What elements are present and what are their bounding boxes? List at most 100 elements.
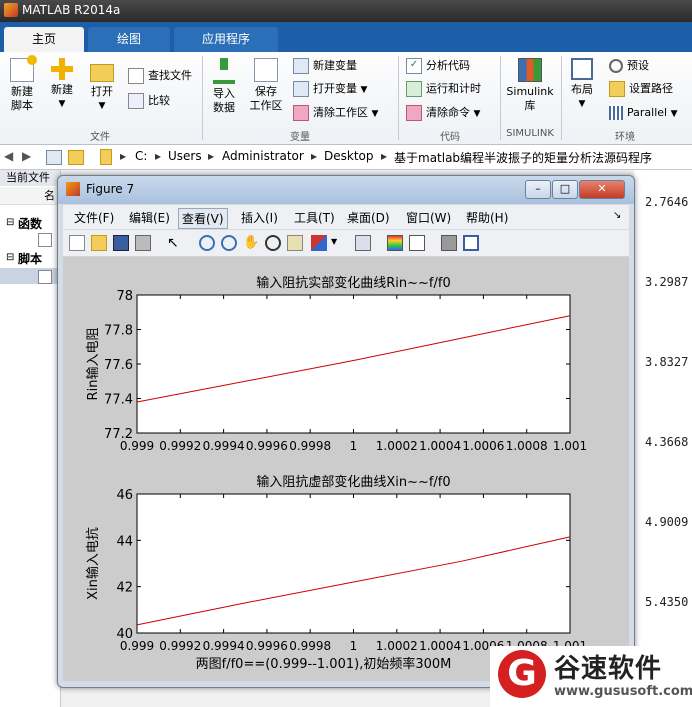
find-files-icon: [128, 68, 144, 84]
x-tick-label: 1.0002: [376, 639, 418, 653]
group-functions: 函数: [18, 217, 43, 231]
menu-view[interactable]: 查看(V): [178, 208, 228, 229]
menu-insert[interactable]: 插入(I): [238, 208, 281, 227]
analyze-code-button[interactable]: ✓ 分析代码: [406, 57, 470, 75]
zoom-in-icon[interactable]: [199, 235, 215, 251]
colorbar-icon[interactable]: [387, 235, 403, 251]
compare-button[interactable]: 比较: [128, 92, 170, 110]
open-variable-label: 打开变量: [313, 82, 357, 95]
save-label-2: 工作区: [249, 99, 283, 112]
collapse-icon[interactable]: ⊟: [6, 217, 14, 228]
run-time-label: 运行和计时: [426, 82, 481, 95]
run-and-time-button[interactable]: 运行和计时: [406, 80, 481, 98]
tab-home[interactable]: 主页: [4, 27, 84, 52]
compare-icon: [128, 93, 144, 109]
column-header-name[interactable]: 名: [0, 187, 60, 205]
set-path-label: 设置路径: [629, 82, 673, 95]
x-tick-label: 0.9996: [246, 439, 288, 453]
x-tick-label: 1.0006: [462, 439, 504, 453]
selected-file-row[interactable]: [0, 268, 60, 284]
chart-title: 输入阻抗实部变化曲线Rin~~f/f0: [256, 275, 450, 291]
clear-workspace-button[interactable]: 清除工作区 ▼: [293, 104, 378, 122]
chevron-down-icon: ▼: [360, 85, 368, 95]
menu-window[interactable]: 窗口(W): [403, 208, 454, 227]
address-bar: ◀ ▶ ▸ C: ▸ Users ▸ Administrator ▸ Deskt…: [0, 145, 692, 170]
up-folder-icon[interactable]: [46, 150, 62, 165]
simulink-label-1: Simulink: [506, 85, 554, 98]
menu-tools[interactable]: 工具(T): [291, 208, 338, 227]
tab-apps[interactable]: 应用程序: [174, 27, 278, 52]
pan-hand-icon[interactable]: ✋: [243, 235, 259, 251]
figure-title-bar[interactable]: Figure 7 – □ ✕: [58, 176, 634, 204]
open-button[interactable]: 打开 ▼: [84, 58, 120, 113]
save-workspace-button[interactable]: 保存 工作区: [246, 58, 286, 113]
clear-commands-button[interactable]: 清除命令 ▼: [406, 104, 480, 122]
tab-plots[interactable]: 绘图: [88, 27, 170, 52]
preferences-label: 预设: [627, 59, 649, 72]
new-button[interactable]: 新建 ▼: [44, 58, 80, 111]
y-tick-label: 40: [116, 627, 133, 642]
import-data-button[interactable]: 导入 数据: [208, 58, 240, 115]
breadcrumb-drive[interactable]: C:: [135, 149, 147, 163]
menu-edit[interactable]: 编辑(E): [126, 208, 173, 227]
menu-file[interactable]: 文件(F): [71, 208, 117, 227]
collapse-icon[interactable]: ⊟: [6, 252, 14, 263]
browse-folder-icon[interactable]: [68, 150, 84, 165]
figure-menu-bar: 文件(F) 编辑(E) 查看(V) 插入(I) 工具(T) 桌面(D) 窗口(W…: [63, 205, 629, 229]
output-value: 2.7646: [645, 195, 689, 209]
new-figure-icon[interactable]: [69, 235, 85, 251]
rotate-3d-icon[interactable]: [265, 235, 281, 251]
new-script-button[interactable]: 新建 脚本: [4, 55, 40, 113]
x-tick-label: 1.0008: [506, 439, 548, 453]
breadcrumb-users[interactable]: Users: [168, 149, 202, 163]
pointer-icon[interactable]: ↖: [167, 235, 183, 251]
close-button[interactable]: ✕: [579, 180, 625, 199]
chevron-down-icon: ▼: [578, 99, 586, 109]
x-axis-label: 两图f/f0==(0.999--1.001),初始频率300M: [196, 656, 452, 672]
link-plot-icon[interactable]: [355, 235, 371, 251]
x-tick-label: 0.9994: [203, 439, 245, 453]
set-path-button[interactable]: 设置路径: [609, 80, 673, 98]
breadcrumb-administrator[interactable]: Administrator: [222, 149, 304, 163]
show-plot-tools-icon[interactable]: [463, 235, 479, 251]
forward-arrow-icon[interactable]: ▶: [22, 149, 31, 163]
back-arrow-icon[interactable]: ◀: [4, 149, 13, 163]
save-icon[interactable]: [113, 235, 129, 251]
chevron-down-icon[interactable]: ▼: [331, 237, 337, 246]
current-folder-header: 当前文件: [0, 170, 60, 186]
current-folder-panel: 当前文件 名 ⊟ 函数 ⊟ 脚本: [0, 170, 61, 707]
new-variable-button[interactable]: 新建变量: [293, 57, 357, 75]
parallel-button[interactable]: Parallel ▼: [609, 104, 678, 122]
open-variable-button[interactable]: 打开变量 ▼: [293, 80, 367, 98]
chart-title: 输入阻抗虚部变化曲线Xin~~f/f0: [256, 474, 450, 490]
run-time-icon: [406, 81, 422, 97]
menu-help[interactable]: 帮助(H): [463, 208, 511, 227]
zoom-out-icon[interactable]: [221, 235, 237, 251]
app-title-bar: MATLAB R2014a: [0, 0, 692, 22]
preferences-button[interactable]: 预设: [609, 57, 649, 75]
simulink-library-button[interactable]: Simulink 库: [504, 58, 556, 113]
dock-arrow-icon[interactable]: ↘: [613, 210, 621, 221]
new-script-label-2: 脚本: [11, 99, 33, 112]
import-icon: [213, 58, 235, 84]
menu-desktop[interactable]: 桌面(D): [344, 208, 393, 227]
x-tick-label: 0.9998: [289, 439, 331, 453]
maximize-button[interactable]: □: [552, 180, 578, 199]
layout-button[interactable]: 布局 ▼: [564, 58, 600, 111]
breadcrumb-project-folder[interactable]: 基于matlab编程半波振子的矩量分析法源码程序: [394, 149, 652, 166]
file-icon[interactable]: [38, 233, 52, 247]
hide-plot-tools-icon[interactable]: [441, 235, 457, 251]
set-path-icon: [609, 81, 625, 97]
new-variable-label: 新建变量: [313, 59, 357, 72]
parallel-icon: [609, 106, 623, 120]
minimize-button[interactable]: –: [525, 180, 551, 199]
find-files-button[interactable]: 查找文件: [128, 67, 192, 85]
data-cursor-icon[interactable]: [287, 235, 303, 251]
legend-icon[interactable]: [409, 235, 425, 251]
open-file-icon[interactable]: [91, 235, 107, 251]
print-icon[interactable]: [135, 235, 151, 251]
clear-workspace-label: 清除工作区: [313, 106, 368, 119]
brush-icon[interactable]: [311, 235, 327, 251]
breadcrumb-desktop[interactable]: Desktop: [324, 149, 374, 163]
y-tick-label: 42: [116, 581, 133, 596]
